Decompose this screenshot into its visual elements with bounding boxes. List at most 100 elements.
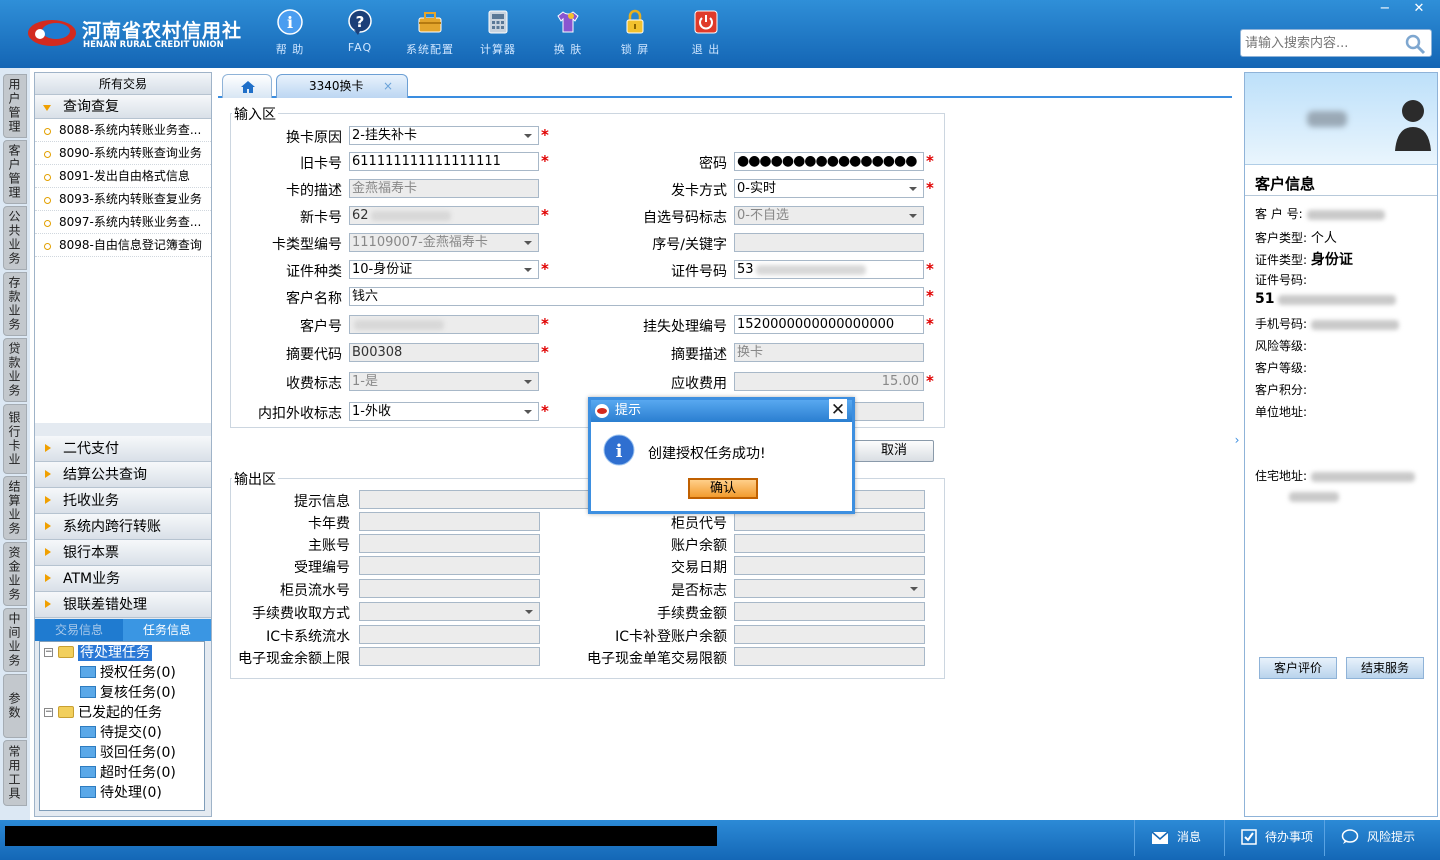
- required-mark: *: [541, 402, 549, 420]
- cust-name-input[interactable]: 钱六: [349, 287, 924, 306]
- nav-group[interactable]: 结算公共查询: [35, 462, 211, 488]
- card-desc-field: 金燕福寿卡: [349, 179, 539, 198]
- vtab-funds[interactable]: 资金业务: [3, 542, 27, 606]
- search-icon[interactable]: [1404, 33, 1426, 55]
- loss-no-input[interactable]: 1520000000000000000: [734, 315, 924, 334]
- status-text-redacted: [5, 826, 717, 846]
- task-tree: − 待处理任务 授权任务(0) 复核任务(0) − 已发起的任务 待提交(0) …: [39, 641, 205, 811]
- dialog-message: 创建授权任务成功!: [648, 446, 766, 462]
- accept-no-label: 受理编号: [294, 560, 350, 576]
- nav-item[interactable]: 8091-发出自由格式信息: [35, 165, 211, 188]
- system-config-button[interactable]: 系统配置: [400, 8, 460, 60]
- collapse-panel-handle[interactable]: ›: [1232, 420, 1242, 460]
- vtab-deposit[interactable]: 存款业务: [3, 272, 27, 336]
- alert-dialog: 提示 ✕ i 创建授权任务成功! 确认: [588, 397, 855, 514]
- card-type-select[interactable]: 11109007-金燕福寿卡: [349, 233, 539, 252]
- vtab-settlement[interactable]: 结算业务: [3, 476, 27, 540]
- trade-date-label: 交易日期: [671, 560, 727, 576]
- messages-button[interactable]: 消息: [1134, 820, 1224, 856]
- vtab-intermediary[interactable]: 中间业务: [3, 608, 27, 672]
- masked-value: [1311, 319, 1400, 330]
- level-row: 客户等级:: [1255, 361, 1308, 375]
- fee-inout-select[interactable]: 1-外收: [349, 402, 539, 421]
- nav-item[interactable]: 8093-系统内转账查复业务: [35, 188, 211, 211]
- tab-transaction-info[interactable]: 交易信息: [35, 619, 123, 641]
- nav-group[interactable]: 银联差错处理: [35, 592, 211, 618]
- tab-close-icon[interactable]: ×: [383, 75, 393, 97]
- tab-task-info[interactable]: 任务信息: [123, 619, 211, 641]
- vtab-bank-card[interactable]: 银行卡业务: [3, 404, 27, 474]
- company-row: 单位地址:: [1255, 405, 1308, 419]
- account-balance-field: [734, 534, 925, 553]
- nav-group[interactable]: 系统内跨行转账: [35, 514, 211, 540]
- teller-serial-field: [359, 579, 540, 598]
- nav-group-query[interactable]: 查询查复: [35, 95, 211, 119]
- vtab-tools[interactable]: 常用工具: [3, 740, 27, 806]
- document-icon: [80, 666, 96, 678]
- tree-node-initiated[interactable]: 已发起的任务: [58, 703, 162, 723]
- nav-group[interactable]: 二代支付: [35, 436, 211, 462]
- tree-node[interactable]: 待提交(0): [80, 723, 162, 743]
- yes-no-flag-select[interactable]: [734, 579, 925, 598]
- tab-home[interactable]: [222, 74, 272, 98]
- tree-node[interactable]: 待处理(0): [80, 783, 162, 803]
- collapse-toggle[interactable]: −: [44, 708, 53, 717]
- dialog-close-button[interactable]: ✕: [829, 399, 847, 420]
- risk-alert-button[interactable]: 风险提示: [1324, 820, 1440, 856]
- vtab-loan[interactable]: 贷款业务: [3, 338, 27, 402]
- id-type-select[interactable]: 10-身份证: [349, 260, 539, 279]
- lock-screen-button[interactable]: 锁 屏: [605, 8, 665, 60]
- old-card-input[interactable]: 611111111111111111: [349, 152, 539, 171]
- calculator-button[interactable]: 计算器: [468, 8, 528, 60]
- nav-item-list: 8088-系统内转账业务查... 8090-系统内转账查询业务 8091-发出自…: [35, 119, 211, 423]
- faq-button[interactable]: ? FAQ: [330, 8, 390, 60]
- fee-flag-select[interactable]: 1-是: [349, 372, 539, 391]
- nav-item[interactable]: 8088-系统内转账业务查...: [35, 119, 211, 142]
- nav-group[interactable]: ATM业务: [35, 566, 211, 592]
- required-mark: *: [541, 126, 549, 144]
- nav-item[interactable]: 8098-自由信息登记簿查询: [35, 234, 211, 257]
- minimize-button[interactable]: −: [1370, 0, 1400, 18]
- tshirt-icon: [557, 11, 579, 33]
- close-window-button[interactable]: ✕: [1404, 0, 1434, 18]
- search-input[interactable]: [1245, 31, 1405, 55]
- customer-evaluate-button[interactable]: 客户评价: [1259, 657, 1337, 679]
- nav-header[interactable]: 所有交易: [35, 73, 211, 95]
- tree-node[interactable]: 超时任务(0): [80, 763, 176, 783]
- self-select-select[interactable]: 0-不自选: [734, 206, 924, 225]
- nav-groups: 二代支付 结算公共查询 托收业务 系统内跨行转账 银行本票 ATM业务 银联差错…: [35, 436, 211, 618]
- nav-item[interactable]: 8090-系统内转账查询业务: [35, 142, 211, 165]
- vtab-public-business[interactable]: 公共业务: [3, 206, 27, 270]
- nav-group[interactable]: 托收业务: [35, 488, 211, 514]
- nav-item[interactable]: 8097-系统内转账业务查...: [35, 211, 211, 234]
- vtab-parameters[interactable]: 参数: [3, 674, 27, 738]
- reason-select[interactable]: 2-挂失补卡: [349, 126, 539, 145]
- help-button[interactable]: i 帮 助: [260, 8, 320, 60]
- vtab-user-management[interactable]: 用户管理: [3, 74, 27, 138]
- tree-node-pending[interactable]: 待处理任务: [58, 643, 152, 663]
- tab-card-replacement[interactable]: 3340换卡 ×: [276, 74, 408, 98]
- nav-group[interactable]: 银行本票: [35, 540, 211, 566]
- tree-node[interactable]: 授权任务(0): [80, 663, 176, 683]
- tree-node[interactable]: 复核任务(0): [80, 683, 176, 703]
- fee-method-select[interactable]: [359, 602, 540, 621]
- new-card-input[interactable]: 62: [349, 206, 539, 225]
- vtab-customer-management[interactable]: 客户管理: [3, 140, 27, 204]
- vertical-module-tabs: 用户管理 客户管理 公共业务 存款业务 贷款业务 银行卡业务 结算业务 资金业务…: [0, 68, 30, 820]
- end-service-button[interactable]: 结束服务: [1346, 657, 1424, 679]
- confirm-button[interactable]: 确认: [688, 478, 758, 499]
- password-label: 密码: [699, 156, 727, 172]
- exit-button[interactable]: 退 出: [676, 8, 736, 60]
- logo-text-cn: 河南省农村信用社: [82, 20, 243, 42]
- issue-mode-select[interactable]: 0-实时: [734, 179, 924, 198]
- password-input[interactable]: ●●●●●●●●●●●●●●●●: [734, 152, 924, 171]
- collapse-toggle[interactable]: −: [44, 648, 53, 657]
- fee-amount-label: 手续费金额: [657, 606, 727, 622]
- cancel-button[interactable]: 取消: [854, 440, 934, 462]
- id-no-input[interactable]: 53: [734, 260, 924, 279]
- tree-node[interactable]: 驳回任务(0): [80, 743, 176, 763]
- todo-button[interactable]: 待办事项: [1224, 820, 1324, 856]
- skin-button[interactable]: 换 肤: [538, 8, 598, 60]
- required-mark: *: [926, 287, 934, 305]
- masked-value: [1289, 491, 1339, 502]
